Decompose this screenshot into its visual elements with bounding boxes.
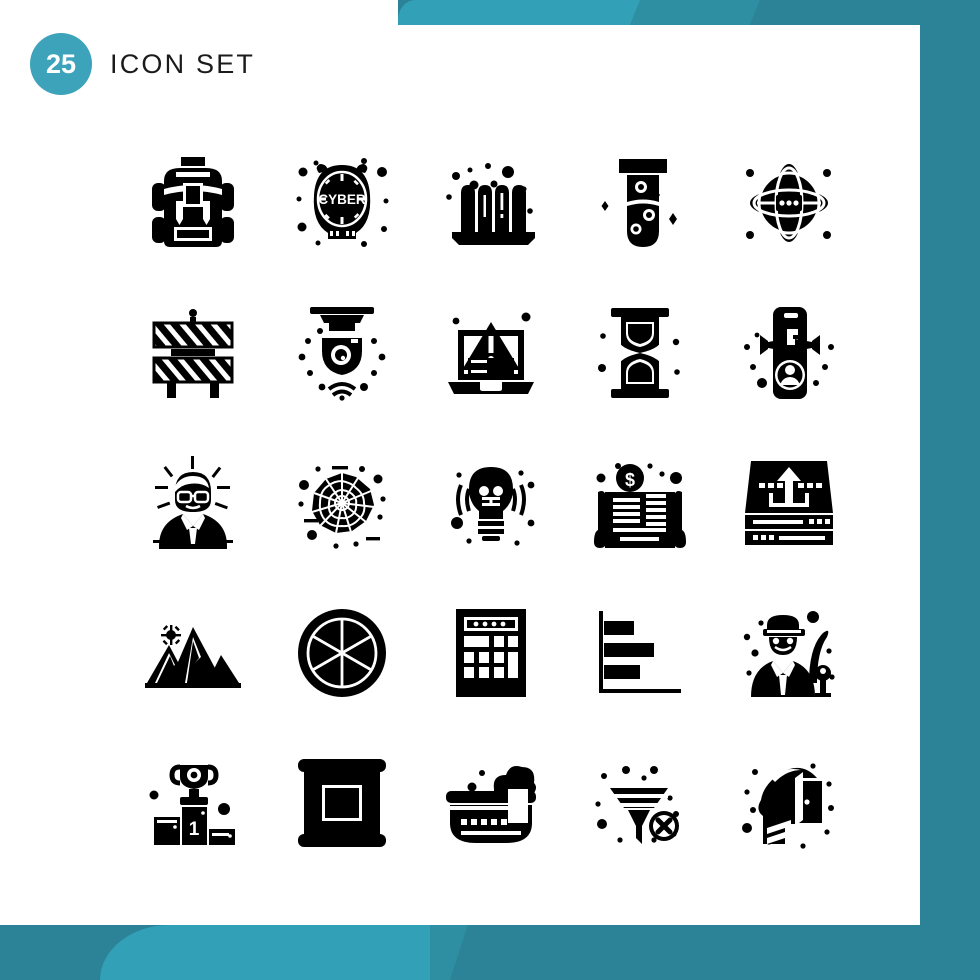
icon-cell-smart-person[interactable]	[118, 428, 267, 578]
icon-cell-financial-news[interactable]: $	[566, 428, 715, 578]
spider-web-icon	[298, 466, 386, 549]
icon-cell-pie-chart-wheel[interactable]	[267, 578, 416, 728]
icon-cell-open-mind-door[interactable]	[715, 728, 864, 878]
test-tube-rack-icon	[446, 163, 535, 245]
banner-bottom-light	[100, 925, 430, 980]
test-tube-icon	[601, 159, 678, 247]
hourglass-icon	[598, 308, 680, 398]
backpack-icon	[151, 157, 234, 247]
icon-cell-backpack[interactable]	[118, 128, 267, 278]
bathtub-icon	[445, 766, 536, 843]
icon-cell-winner-podium[interactable]: 1	[118, 728, 267, 878]
icon-set-poster: 25 Icon Set	[0, 0, 980, 980]
icon-cell-globe-network[interactable]	[715, 128, 864, 278]
road-barrier-icon	[152, 309, 234, 398]
smart-person-icon	[152, 456, 233, 549]
pie-chart-wheel-icon	[297, 609, 386, 697]
svg-text:$: $	[625, 470, 635, 490]
icon-cell-test-tube[interactable]	[566, 128, 715, 278]
mountains-icon	[144, 625, 241, 688]
icon-cell-cctv-camera[interactable]	[267, 278, 416, 428]
icon-cell-idea-bulb[interactable]	[416, 428, 565, 578]
icon-cell-mobile-marketing[interactable]	[715, 278, 864, 428]
icon-cell-bar-chart[interactable]	[566, 578, 715, 728]
icon-cell-mountains[interactable]	[118, 578, 267, 728]
server-upload-icon	[745, 461, 834, 545]
icon-cell-bathtub[interactable]	[416, 728, 565, 878]
icon-cell-laptop-warning[interactable]	[416, 278, 565, 428]
icon-cell-cyber-clock[interactable]: CYBER	[267, 128, 416, 278]
banner-right-strip	[920, 0, 980, 925]
globe-network-icon	[746, 164, 832, 242]
golfer-icon	[744, 611, 835, 697]
icon-cell-calculator[interactable]	[416, 578, 565, 728]
icon-cell-server-upload[interactable]	[715, 428, 864, 578]
icon-count-badge: 25	[30, 33, 92, 95]
icon-cell-hourglass[interactable]	[566, 278, 715, 428]
icon-grid: CYBER $ 1	[118, 128, 864, 878]
icon-cell-filter-remove[interactable]	[566, 728, 715, 878]
icon-cell-scroll-banner[interactable]	[267, 728, 416, 878]
icon-cell-test-tube-rack[interactable]	[416, 128, 565, 278]
icon-cell-golfer[interactable]	[715, 578, 864, 728]
filter-remove-icon	[595, 766, 680, 844]
laptop-warning-icon	[447, 312, 534, 394]
page-title: Icon Set	[110, 48, 256, 79]
financial-news-icon: $	[594, 463, 687, 548]
scroll-banner-icon	[297, 759, 386, 847]
mobile-marketing-icon	[744, 307, 835, 399]
cctv-camera-icon	[298, 307, 386, 401]
idea-bulb-icon	[450, 467, 535, 546]
winner-podium-icon: 1	[149, 764, 235, 845]
calculator-icon	[455, 609, 526, 697]
icon-cell-spider-web[interactable]	[267, 428, 416, 578]
icon-cell-road-barrier[interactable]	[118, 278, 267, 428]
bar-chart-icon	[599, 611, 682, 693]
open-mind-door-icon	[742, 763, 835, 849]
svg-text:1: 1	[188, 819, 199, 840]
cyber-alarm-clock-icon: CYBER	[296, 158, 389, 247]
poster-header: 25 Icon Set	[30, 33, 255, 95]
